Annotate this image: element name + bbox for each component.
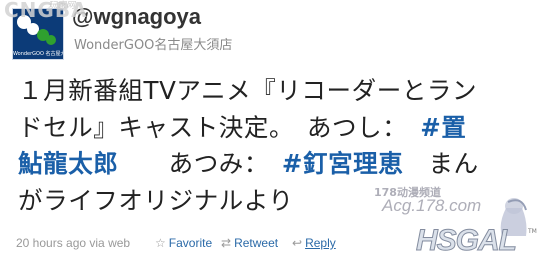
- retweet-label: Retweet: [234, 236, 279, 250]
- watermark-top-left-small: 玩家网: [48, 1, 76, 11]
- hashtag-link[interactable]: #釘宮理恵: [282, 149, 404, 178]
- hashtag-link[interactable]: 鮎龍太郎: [18, 149, 118, 178]
- tweet-line: 鮎龍太郎 あつみ： #釘宮理恵 まん: [18, 146, 538, 183]
- reply-label: Reply: [305, 236, 336, 250]
- tweet-text-segment: １月新番組TVアニメ『リコーダーとラン: [18, 76, 478, 105]
- avatar-caption: WonderGOO 名古屋大須店: [13, 51, 63, 57]
- favorite-label: Favorite: [168, 236, 213, 250]
- reply-icon: ↩: [292, 236, 303, 250]
- user-handle[interactable]: @wgnagoya: [72, 4, 201, 30]
- watermark-brand: HSGAL: [416, 224, 518, 258]
- star-icon: ☆: [155, 236, 166, 250]
- reply-button[interactable]: ↩ Reply: [292, 236, 336, 250]
- tweet-text-segment: まん: [403, 149, 479, 178]
- retweet-button[interactable]: ⇄ Retweet: [221, 236, 278, 250]
- retweet-icon: ⇄: [221, 236, 232, 250]
- tweet-card: CNGBA 玩家网 WonderGOO 名古屋大須店 @wgnagoya Won…: [0, 0, 548, 264]
- display-name: WonderGOO名古屋大須店: [74, 38, 233, 53]
- tweet-timestamp[interactable]: 20 hours ago via web: [16, 236, 130, 250]
- tweet-text-segment: あつみ：: [118, 149, 282, 178]
- hashtag-link[interactable]: #置: [420, 113, 466, 142]
- tweet-line: ドセル』キャスト決定。 あつし： #置: [18, 110, 538, 147]
- tweet-line: １月新番組TVアニメ『リコーダーとラン: [18, 73, 538, 110]
- tweet-text-segment: がライフオリジナルより: [18, 185, 294, 215]
- avatar-logo-dot: [46, 35, 56, 45]
- watermark-top-left: CNGBA: [4, 0, 88, 22]
- tweet-text: １月新番組TVアニメ『リコーダーとラン ドセル』キャスト決定。 あつし： #置 …: [18, 73, 538, 219]
- watermark-tm: TM: [528, 228, 537, 235]
- tweet-line: がライフオリジナルより: [18, 183, 538, 220]
- favorite-button[interactable]: ☆ Favorite: [155, 236, 212, 250]
- tweet-text-segment: ドセル』キャスト決定。 あつし：: [18, 112, 421, 142]
